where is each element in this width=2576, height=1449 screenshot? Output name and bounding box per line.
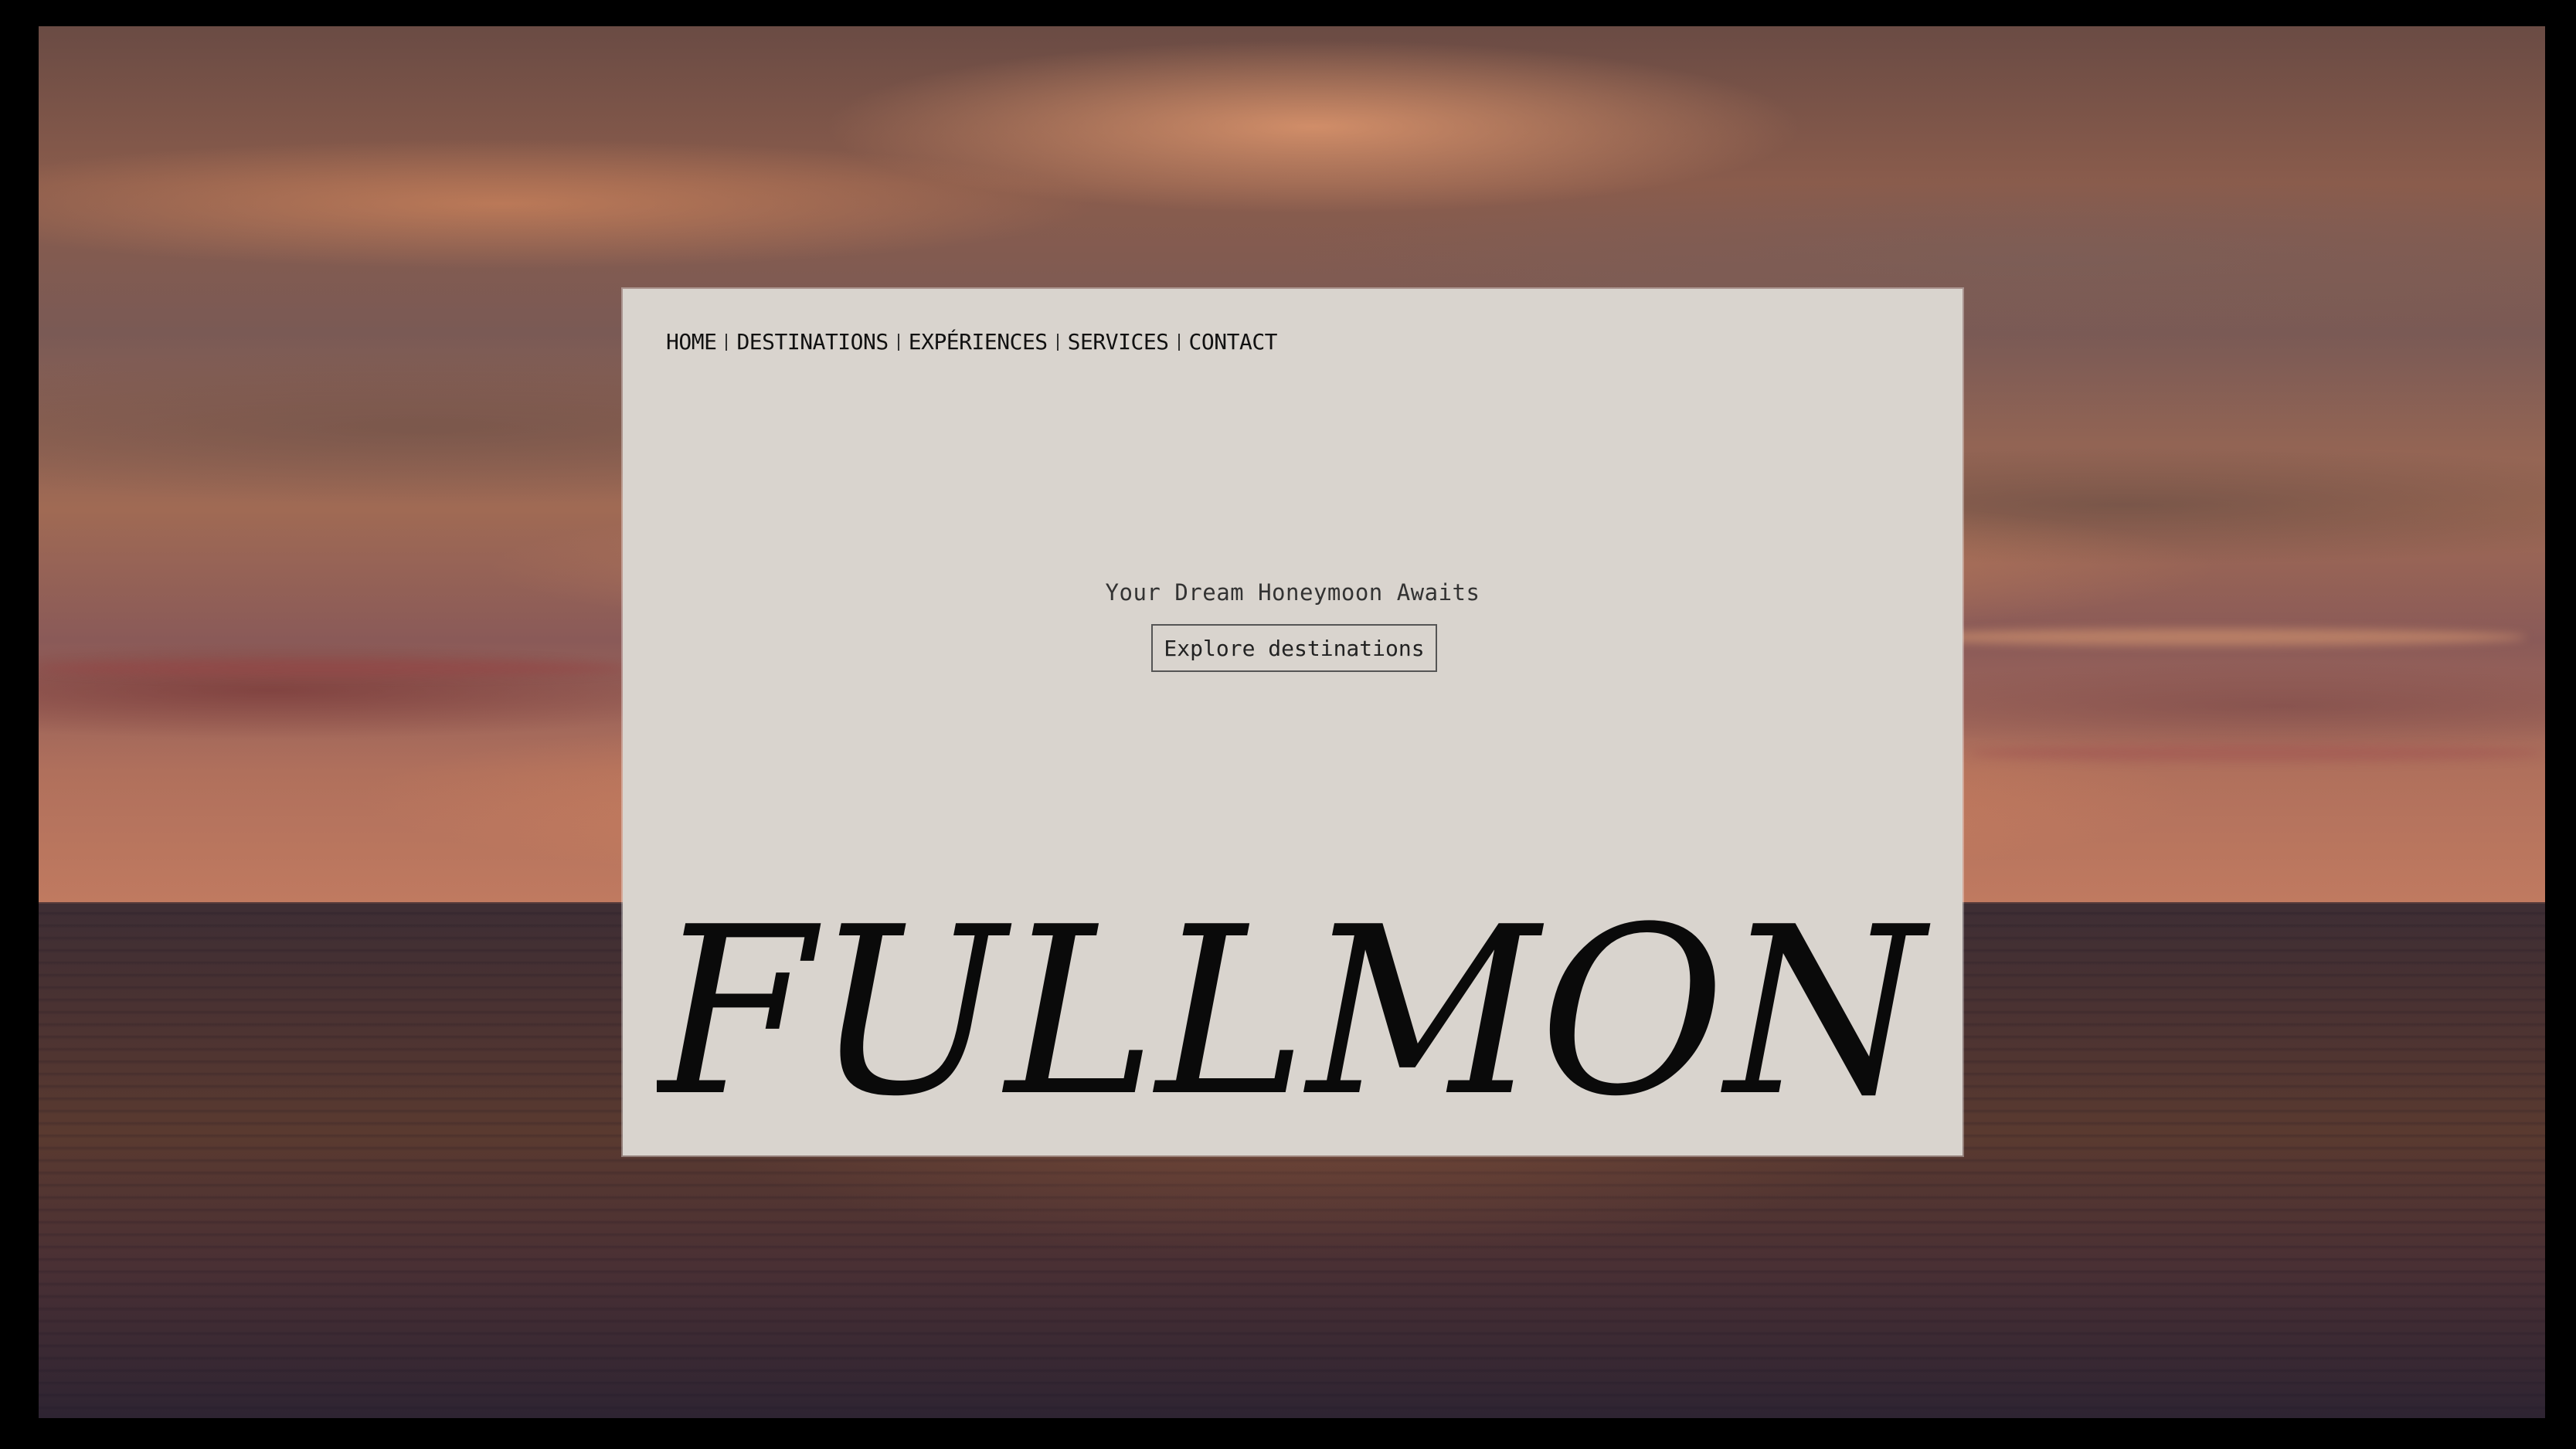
nav-item-services[interactable]: SERVICES <box>1068 329 1169 355</box>
nav-item-destinations[interactable]: DESTINATIONS <box>736 329 889 355</box>
cloud-streak <box>39 660 626 677</box>
hero-card: HOME DESTINATIONS EXPÉRIENCES SERVICES C… <box>623 289 1963 1155</box>
nav-separator <box>1056 333 1059 351</box>
nav-separator <box>1178 333 1180 351</box>
explore-destinations-button[interactable]: Explore destinations <box>1151 624 1437 672</box>
nav-separator <box>897 333 899 351</box>
nav-item-home[interactable]: HOME <box>666 329 717 355</box>
nav-item-contact[interactable]: CONTACT <box>1189 329 1278 355</box>
hero-tagline: Your Dream Honeymoon Awaits <box>1105 579 1480 606</box>
main-nav: HOME DESTINATIONS EXPÉRIENCES SERVICES C… <box>666 329 1278 355</box>
cloud-streak <box>1970 745 2542 762</box>
brand-logo-text: FULLMON <box>657 890 1931 1122</box>
brand-logo[interactable]: FULLMON <box>657 890 1939 1122</box>
nav-item-experiences[interactable]: EXPÉRIENCES <box>909 329 1048 355</box>
cloud-streak <box>1893 629 2527 646</box>
nav-separator <box>726 333 728 351</box>
